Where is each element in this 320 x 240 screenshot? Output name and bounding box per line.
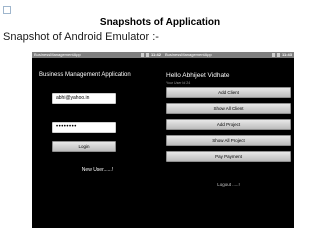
add-project-button[interactable]: Add Project <box>166 119 291 130</box>
pay-payment-button[interactable]: Pay Payment <box>166 151 291 162</box>
add-client-button[interactable]: Add Client <box>166 87 291 98</box>
email-field[interactable]: abhi@yahoo.in <box>52 93 116 104</box>
signal-battery-icon <box>141 53 149 57</box>
login-button[interactable]: Login <box>52 141 116 152</box>
user-id-label: Your User Id 24 <box>166 81 191 85</box>
status-bar: BusinessManagementApp 11:43 <box>163 52 294 58</box>
status-bar-app-name: BusinessManagementApp <box>34 52 81 57</box>
signal-battery-icon <box>272 53 280 57</box>
app-header: Business Management Application <box>39 72 131 78</box>
password-field[interactable]: •••••••• <box>52 122 116 133</box>
status-bar-app-name: BusinessManagementApp <box>165 52 212 57</box>
emulator-login-screen: BusinessManagementApp 11:42 Business Man… <box>32 52 163 228</box>
new-user-link[interactable]: New User......! <box>32 167 163 173</box>
status-bar-time: 11:43 <box>281 52 292 57</box>
show-all-project-button[interactable]: Show All Project <box>166 135 291 146</box>
slide-subtitle: Snapshot of Android Emulator :- <box>3 31 159 43</box>
slide-bullet-marker <box>3 6 11 14</box>
status-bar-time: 11:42 <box>150 52 161 57</box>
slide-title: Snapshots of Application <box>99 17 221 28</box>
status-bar: BusinessManagementApp 11:42 <box>32 52 163 58</box>
show-all-client-button[interactable]: Show All Client <box>166 103 291 114</box>
logout-link[interactable]: Logout .....! <box>163 182 294 187</box>
emulator-dashboard-screen: BusinessManagementApp 11:43 Hello Abhije… <box>163 52 294 228</box>
greeting-header: Hello Abhijeet Vidhate <box>166 72 230 79</box>
